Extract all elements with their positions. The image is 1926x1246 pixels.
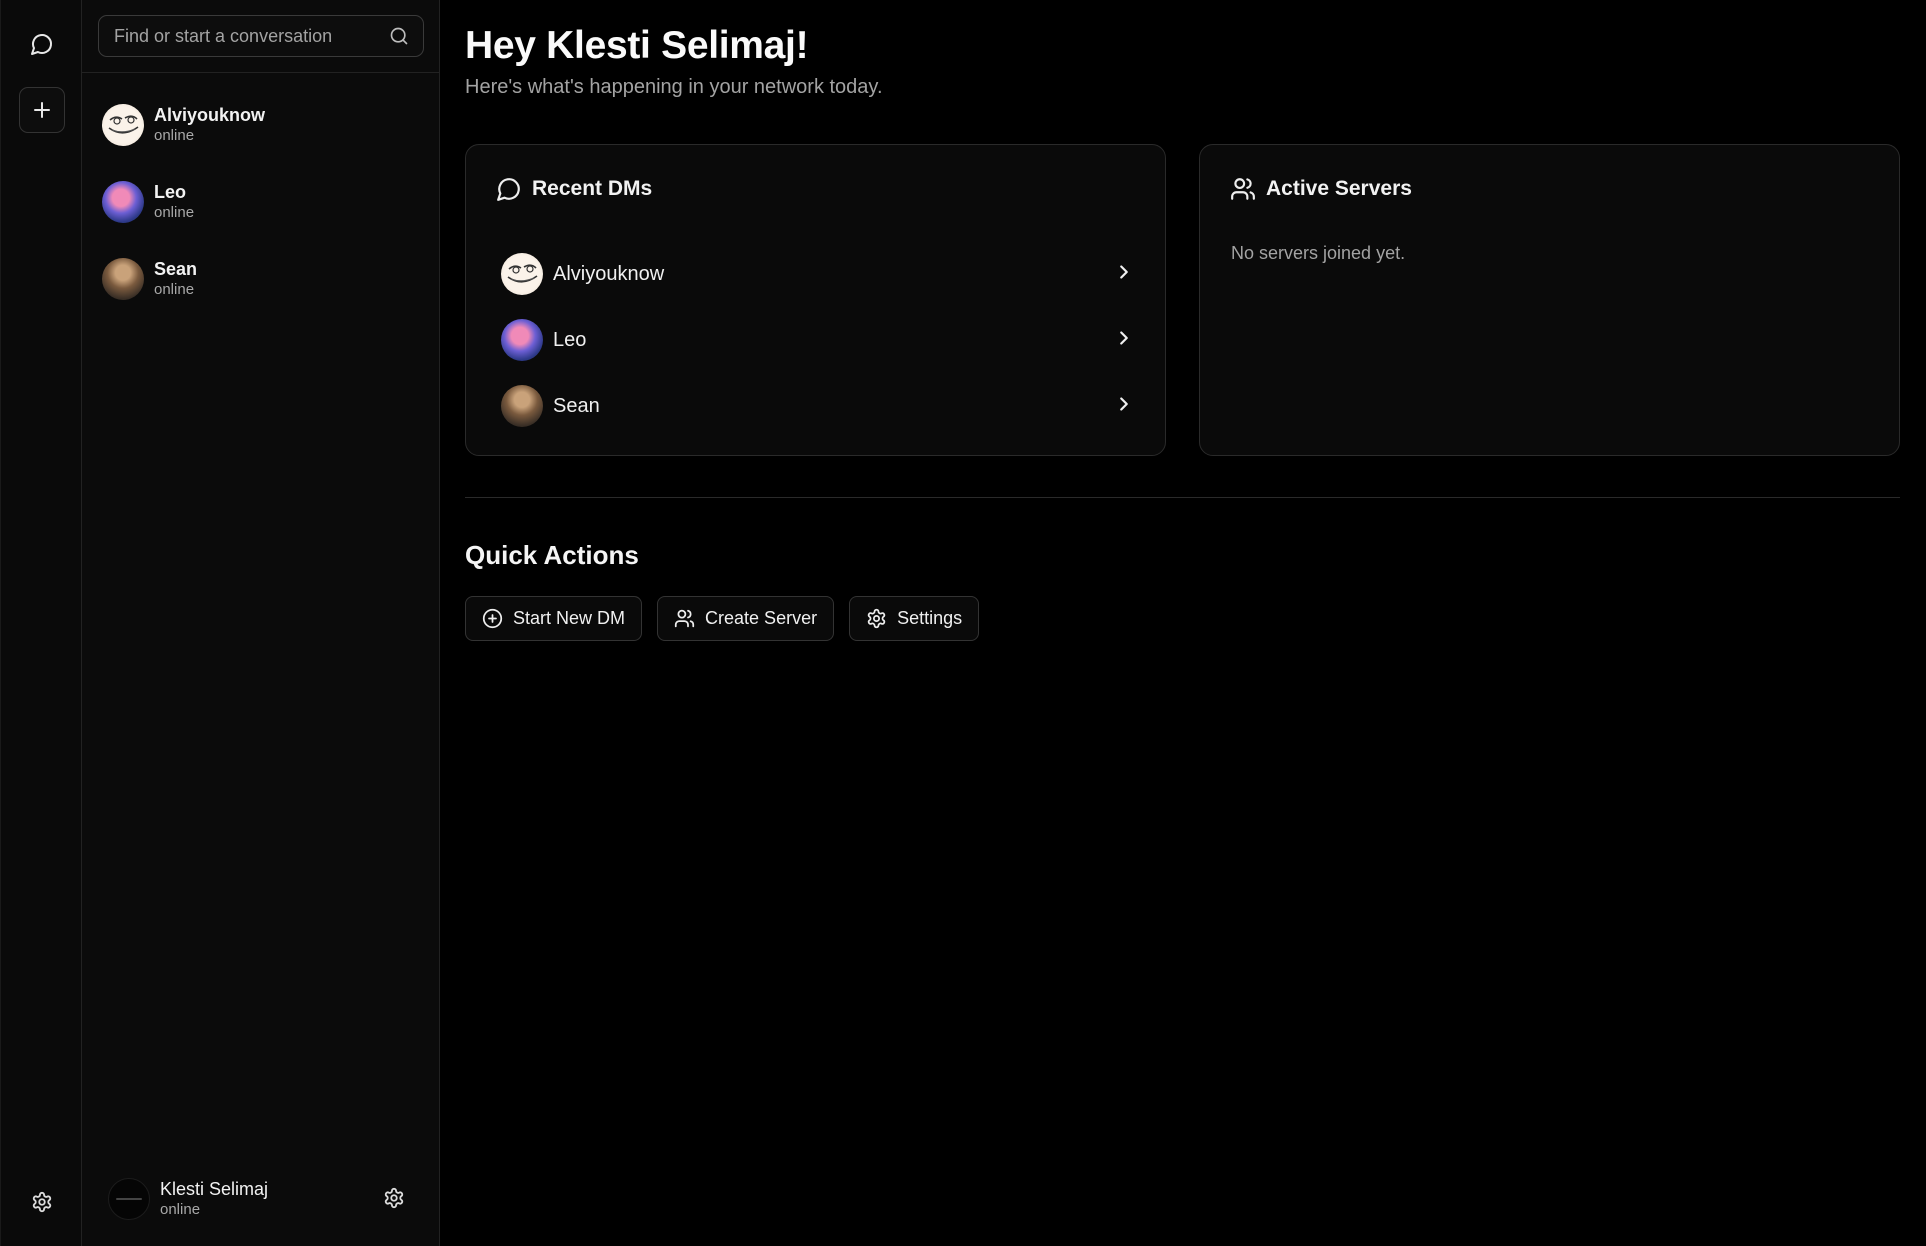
rail-settings-button[interactable] <box>31 1191 53 1213</box>
list-item[interactable]: Alviyouknow online <box>82 86 440 163</box>
divider <box>465 497 1900 498</box>
conversation-name: Alviyouknow <box>154 104 266 125</box>
dm-sidebar: Alviyouknow online Leo online Sean onlin… <box>82 0 440 1246</box>
server-rail <box>0 0 82 1246</box>
page-subtitle: Here's what's happening in your network … <box>465 76 883 98</box>
active-servers-card: Active Servers No servers joined yet. <box>1199 144 1900 456</box>
message-circle-icon <box>497 178 520 201</box>
users-icon <box>674 609 695 628</box>
avatar <box>102 103 144 146</box>
gear-icon <box>867 608 886 629</box>
current-user-panel: Klesti Selimaj online <box>82 1172 440 1226</box>
list-item[interactable]: Sean online <box>82 240 440 317</box>
settings-button[interactable]: Settings <box>849 596 980 641</box>
card-title: Active Servers <box>1266 177 1412 200</box>
avatar <box>102 180 144 223</box>
user-name: Klesti Selimaj <box>160 1179 269 1199</box>
list-item[interactable]: Alviyouknow <box>501 241 1135 307</box>
plus-icon <box>34 102 50 118</box>
conversation-name: Leo <box>154 181 187 202</box>
troll-face-image <box>108 114 139 134</box>
conversation-name: Sean <box>154 258 198 279</box>
message-circle-icon <box>31 34 52 55</box>
users-icon <box>1231 178 1255 200</box>
section-title: Quick Actions <box>465 540 639 570</box>
recent-dms-card: Recent DMs Alviyouknow Leo Sean <box>465 144 1166 456</box>
gear-icon <box>384 1187 404 1209</box>
direct-messages-button[interactable] <box>19 21 65 67</box>
avatar <box>102 257 144 300</box>
dm-name: Sean <box>553 394 600 417</box>
gear-icon <box>32 1191 52 1213</box>
list-item[interactable]: Leo <box>501 307 1135 373</box>
divider <box>82 72 440 73</box>
empty-state-text: No servers joined yet. <box>1231 243 1406 263</box>
start-new-dm-button[interactable]: Start New DM <box>465 596 643 641</box>
card-title: Recent DMs <box>532 177 653 200</box>
add-server-button[interactable] <box>19 87 65 133</box>
troll-face-image <box>507 264 538 283</box>
conversation-status: online <box>154 126 195 144</box>
user-settings-button[interactable] <box>383 1187 407 1211</box>
create-server-button[interactable]: Create Server <box>657 596 835 641</box>
chevron-right-icon[interactable] <box>1113 393 1135 420</box>
page-title: Hey Klesti Selimaj! <box>465 24 809 67</box>
recent-dm-list: Alviyouknow Leo Sean <box>501 241 1135 439</box>
button-label: Settings <box>897 608 963 628</box>
chevron-right-icon[interactable] <box>1113 327 1135 354</box>
button-label: Create Server <box>705 608 818 628</box>
plus-circle-icon <box>482 608 503 629</box>
quick-actions: Start New DM Create Server Settings <box>465 596 980 641</box>
avatar <box>501 385 543 427</box>
conversation-search <box>98 15 424 57</box>
conversation-list: Alviyouknow online Leo online Sean onlin… <box>82 86 440 317</box>
button-label: Start New DM <box>513 608 626 628</box>
avatar[interactable] <box>108 1178 150 1220</box>
avatar <box>501 319 543 361</box>
chevron-right-icon[interactable] <box>1113 261 1135 288</box>
list-item[interactable]: Leo online <box>82 163 440 240</box>
user-status: online <box>160 1201 201 1218</box>
dm-name: Alviyouknow <box>553 262 665 285</box>
list-item[interactable]: Sean <box>501 373 1135 439</box>
avatar <box>501 253 543 295</box>
dashboard: Hey Klesti Selimaj! Here's what's happen… <box>465 0 1900 1246</box>
search-input[interactable] <box>114 25 389 47</box>
conversation-status: online <box>154 280 195 298</box>
search-icon[interactable] <box>389 26 409 46</box>
conversation-status: online <box>154 203 195 221</box>
dm-name: Leo <box>553 328 587 351</box>
